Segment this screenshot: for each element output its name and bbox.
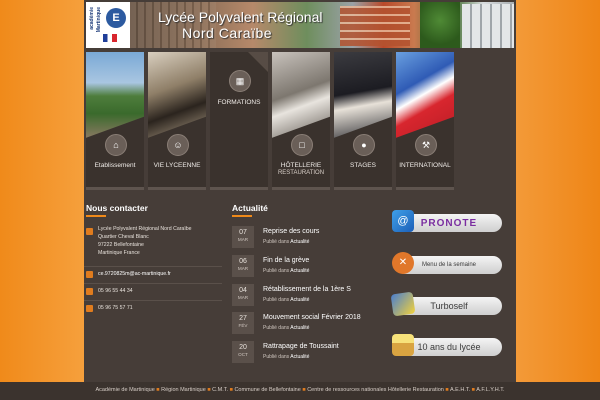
logo-text-martinique: Martinique (96, 7, 102, 33)
news-category-link[interactable]: Actualité (290, 354, 309, 360)
news-category-link[interactable]: Actualité (290, 268, 309, 274)
menu-label: Menu de la semaine (421, 262, 477, 268)
people-icon: ☺ (167, 134, 189, 156)
fax-icon (86, 305, 93, 312)
footer-link[interactable]: Région Martinique (161, 387, 206, 393)
news-date: 06 MAR (232, 255, 254, 277)
french-flag-icon (103, 34, 117, 42)
nav-tile-stages[interactable]: ● STAGES (334, 52, 392, 190)
news-category-link[interactable]: Actualité (290, 325, 309, 331)
book-icon: □ (291, 134, 313, 156)
contact-address-row: Lycée Polyvalent Régional Nord Caraïbe Q… (84, 224, 222, 264)
contact-heading: Nous contacter (86, 203, 148, 213)
mail-icon (86, 271, 93, 278)
hammer-icon: ⚒ (415, 134, 437, 156)
contact-fax-row: 05 96 75 57 71 (84, 300, 222, 315)
main-panel: académie Martinique E Lycée Polyvalent R… (84, 0, 516, 382)
news-title[interactable]: Fin de la grève (263, 257, 309, 264)
pronote-button[interactable]: @ PRONOTE (392, 210, 502, 232)
news-meta: Publié dans Actualité (263, 354, 310, 360)
news-item[interactable]: 06 MAR Fin de la grève Publié dans Actual… (232, 255, 382, 279)
news-title[interactable]: Reprise des cours (263, 228, 319, 235)
fax-number: 05 96 75 57 71 (98, 305, 133, 311)
news-date: 07 MAR (232, 226, 254, 248)
footer-link[interactable]: Académie de Martinique (95, 387, 154, 393)
address-line: Lycée Polyvalent Régional Nord Caraïbe (98, 226, 192, 232)
tile-label: HÔTELLERIE (280, 162, 322, 169)
tile-sublabel: RESTAURATION (277, 170, 325, 176)
news-item[interactable]: 07 MAR Reprise des cours Publié dans Actu… (232, 226, 382, 250)
anniversary-label: 10 ans du lycée (417, 342, 481, 352)
news-meta: Publié dans Actualité (263, 325, 310, 331)
nav-tile-hotellerie[interactable]: □ HÔTELLERIE RESTAURATION (272, 52, 330, 190)
email-link[interactable]: ce.9720825m@ac-martinique.fr (98, 271, 171, 277)
site-subtitle[interactable]: Nord Caraïbe (182, 25, 272, 41)
tile-label: INTERNATIONAL (399, 162, 451, 169)
turboself-label: Turboself (430, 301, 468, 311)
news-meta: Publié dans Actualité (263, 268, 310, 274)
nav-tile-vie-lyceenne[interactable]: ☺ VIE LYCEENNE (148, 52, 206, 190)
anniversary-button[interactable]: 10 ans du lycée (392, 334, 502, 356)
news-item[interactable]: 04 MAR Rétablissement de la 1ère S Publié… (232, 284, 382, 308)
news-date: 27 FÉV (232, 312, 254, 334)
footer-link[interactable]: Commune de Bellefontaine (234, 387, 300, 393)
phone-number: 05 96 55 44 34 (98, 288, 133, 294)
footer: Académie de Martinique ■ Région Martiniq… (0, 382, 600, 400)
tile-label: STAGES (350, 162, 376, 169)
address-line: Quartier Cheval Blanc (98, 234, 149, 240)
footer-link[interactable]: A.E.H.T. (450, 387, 470, 393)
phone-icon (86, 288, 93, 295)
tile-label: Etablissement (94, 162, 136, 169)
news-title[interactable]: Rattrapage de Toussaint (263, 343, 339, 350)
news-heading-underline (232, 215, 252, 217)
main-nav: ⌂ Etablissement ☺ VIE LYCEENNE ▦ FORMATI… (86, 52, 514, 190)
nav-tile-etablissement[interactable]: ⌂ Etablissement (86, 52, 144, 190)
nav-tile-international[interactable]: ⚒ INTERNATIONAL (396, 52, 454, 190)
contact-email-row: ce.9720825m@ac-martinique.fr (84, 266, 222, 281)
news-title[interactable]: Mouvement social Février 2018 (263, 314, 361, 321)
building-icon: ▦ (229, 70, 251, 92)
news-heading: Actualité (232, 203, 268, 213)
footer-link[interactable]: C.M.T. (212, 387, 228, 393)
news-item[interactable]: 27 FÉV Mouvement social Février 2018 Publ… (232, 312, 382, 336)
footer-link[interactable]: Centre de ressources nationales Hôteller… (307, 387, 444, 393)
contact-phone-row: 05 96 55 44 34 (84, 283, 222, 298)
home-icon: ⌂ (105, 134, 127, 156)
news-date: 20 OCT (232, 341, 254, 363)
tile-label: FORMATIONS (217, 99, 261, 106)
news-date: 04 MAR (232, 284, 254, 306)
header: académie Martinique E Lycée Polyvalent R… (86, 2, 514, 48)
news-title[interactable]: Rétablissement de la 1ère S (263, 286, 351, 293)
news-meta: Publié dans Actualité (263, 297, 310, 303)
logo-emblem: E (106, 8, 126, 28)
person-icon: ● (353, 134, 375, 156)
news-meta: Publié dans Actualité (263, 239, 310, 245)
nav-tile-formations[interactable]: ▦ FORMATIONS (210, 52, 268, 190)
tile-label: VIE LYCEENNE (153, 162, 201, 169)
building-icon (86, 228, 93, 235)
contact-heading-underline (86, 215, 106, 217)
footer-link[interactable]: A.F.L.Y.H.T. (476, 387, 504, 393)
turboself-button[interactable]: Turboself (390, 291, 502, 317)
news-item[interactable]: 20 OCT Rattrapage de Toussaint Publié dan… (232, 341, 382, 365)
menu-semaine-button[interactable]: ✕ Menu de la semaine (392, 252, 502, 274)
news-category-link[interactable]: Actualité (290, 297, 309, 303)
site-title[interactable]: Lycée Polyvalent Régional (158, 9, 322, 25)
news-category-link[interactable]: Actualité (290, 239, 309, 245)
logo-text-academie: académie (89, 7, 95, 30)
address-line: 97222 Bellefontaine (98, 242, 144, 248)
pronote-label: PRONOTE (420, 218, 478, 229)
academie-logo[interactable]: académie Martinique E (86, 2, 130, 48)
address-line: Martinique France (98, 250, 140, 256)
